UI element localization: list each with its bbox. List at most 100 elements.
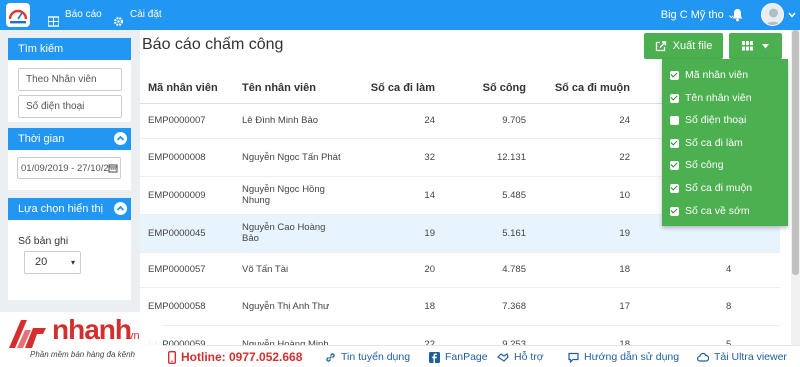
cell-late-shifts: 19 [534,214,638,253]
column-option-phone[interactable]: Số điện thoại [670,111,746,129]
checkbox[interactable] [670,138,679,148]
records-select[interactable]: 20 ▾ [24,251,81,274]
brand-tagline: Phần mềm bán hàng đa kênh [30,350,135,359]
table-row[interactable]: EMP0000057 Võ Tấn Tài 20 4.785 18 4 [140,252,780,288]
column-option-label: Số công [685,159,724,171]
table-grid-icon [742,41,753,51]
footer-link-fanpage[interactable]: FanPage [429,349,488,365]
date-range-input[interactable]: 01/09/2019 - 27/10/2 [17,157,121,179]
caret-down-icon: ▾ [70,258,75,267]
cell-late-shifts: 24 [534,103,638,139]
date-range-value: 01/09/2019 - 27/10/2 [21,163,109,174]
caret-down-icon [762,43,769,48]
footer-link-guide[interactable]: Hướng dẫn sử dụng [568,349,679,365]
scrollbar-thumb[interactable] [792,30,799,275]
cell-shifts-worked: 32 [350,138,443,177]
column-option-employee-name[interactable]: Tên nhân viên [670,89,752,107]
cell-late-shifts: 17 [534,287,638,326]
footer-link-support[interactable]: Hỗ trợ [497,349,544,365]
records-value: 20 [35,256,48,268]
footer-link-label: Hướng dẫn sử dụng [584,351,680,363]
phone-search-input[interactable]: Số điện thoại [18,95,122,118]
footer-link-label: Hỗ trợ [514,351,544,363]
bell-icon[interactable] [731,8,744,22]
cell-shifts-worked: 24 [350,103,443,139]
checkbox[interactable] [670,115,679,125]
cell-work-units: 4.785 [443,252,534,288]
display-panel-title: Lựa chọn hiển thị [18,203,104,215]
cell-work-units: 5.485 [443,176,534,215]
footer-link-ultraviewer[interactable]: Tải Ultra viewer [697,349,787,365]
column-option-shifts-worked[interactable]: Số ca đi làm [670,134,743,152]
footer-link-label: Tin tuyển dụng [341,351,411,363]
grid-icon [47,10,60,27]
cell-employee-name: Nguyễn Ngọc Tấn Phát [234,138,350,177]
column-option-label: Mã nhân viên [685,69,749,81]
chevron-up-icon[interactable] [114,132,127,145]
cell-employee-name: Võ Tấn Tài [234,252,350,288]
cell-late-shifts: 22 [534,138,638,177]
column-toggle-button[interactable] [729,33,782,59]
column-option-late-shifts[interactable]: Số ca đi muộn [670,179,752,197]
nav-report[interactable]: Báo cáo [47,0,102,30]
table-row[interactable]: EMP0000058 Nguyễn Thị Anh Thư 18 7.368 1… [140,287,780,326]
app-logo[interactable] [6,3,30,27]
search-panel-header: Tìm kiếm [8,38,131,60]
checkbox[interactable] [670,183,679,193]
chevron-down-icon[interactable] [788,12,796,18]
cell-work-units: 12.131 [443,138,534,177]
footer-link-jobs[interactable]: Tin tuyển dụng [325,349,410,365]
nav-report-label: Báo cáo [65,9,102,20]
gear-icon [113,10,124,26]
column-option-label: Số điện thoại [685,114,747,126]
cell-shifts-worked: 14 [350,176,443,215]
export-button[interactable]: Xuất file [644,33,723,59]
cell-late-shifts: 10 [534,176,638,215]
brand-watermark[interactable]: nhanh .vn Phần mềm bán hàng đa kênh [0,312,162,367]
display-panel-header[interactable]: Lựa chọn hiển thị [8,198,131,220]
column-option-employee-code[interactable]: Mã nhân viên [670,66,748,84]
nav-settings[interactable]: Cài đặt [113,0,162,30]
time-panel-header[interactable]: Thời gian [8,128,131,150]
checkbox[interactable] [670,70,679,80]
nhanh-logo-icon [9,320,46,348]
brand-suffix: .vn [125,330,140,342]
hotline-text: Hotline: 0977.052.668 [181,350,303,364]
col-header-shifts-worked[interactable]: Số ca đi làm [350,73,443,104]
cell-employee-code: EMP0000045 [140,214,234,253]
col-header-late-shifts[interactable]: Số ca đi muộn [534,73,638,104]
column-option-early-shifts[interactable]: Số ca về sớm [670,202,750,220]
time-panel-title: Thời gian [18,133,65,145]
hotline[interactable]: Hotline: 0977.052.668 [168,349,302,365]
chevron-up-icon[interactable] [114,202,127,215]
cell-early-shifts: 4 [638,252,780,288]
page-title: Báo cáo chấm công [142,36,284,53]
column-option-label: Số ca đi muộn [685,182,753,194]
chat-icon [568,352,579,363]
col-header-employee-name[interactable]: Tên nhân viên [234,73,350,104]
col-header-employee-code[interactable]: Mã nhân viên [140,73,234,104]
phone-icon [168,350,176,364]
export-label: Xuất file [672,40,713,52]
facebook-icon [429,351,440,363]
calendar-icon[interactable] [108,163,118,173]
cell-employee-name: Lê Đình Minh Bảo [234,103,350,139]
footer-link-label: FanPage [445,351,488,363]
column-option-label: Số ca về sớm [685,205,750,217]
column-option-work-units[interactable]: Số công [670,156,724,174]
store-selector[interactable]: Big C Mỹ tho ⌄ [661,0,736,30]
checkbox[interactable] [670,206,679,216]
brand-name: nhanh [52,314,132,345]
checkbox[interactable] [670,160,679,170]
link-icon [326,352,335,362]
col-header-work-units[interactable]: Số công [443,73,534,104]
employee-search-input[interactable]: Theo Nhân viên [18,68,122,91]
user-avatar[interactable] [761,3,784,26]
cloud-icon [697,352,709,362]
records-label: Số bản ghi [18,235,69,247]
footer-link-label: Tải Ultra viewer [714,351,787,363]
top-navbar: Báo cáo Cài đặt Big C Mỹ tho ⌄ [0,0,800,30]
checkbox[interactable] [670,93,679,103]
cell-early-shifts: 8 [638,287,780,326]
export-icon [655,40,666,51]
